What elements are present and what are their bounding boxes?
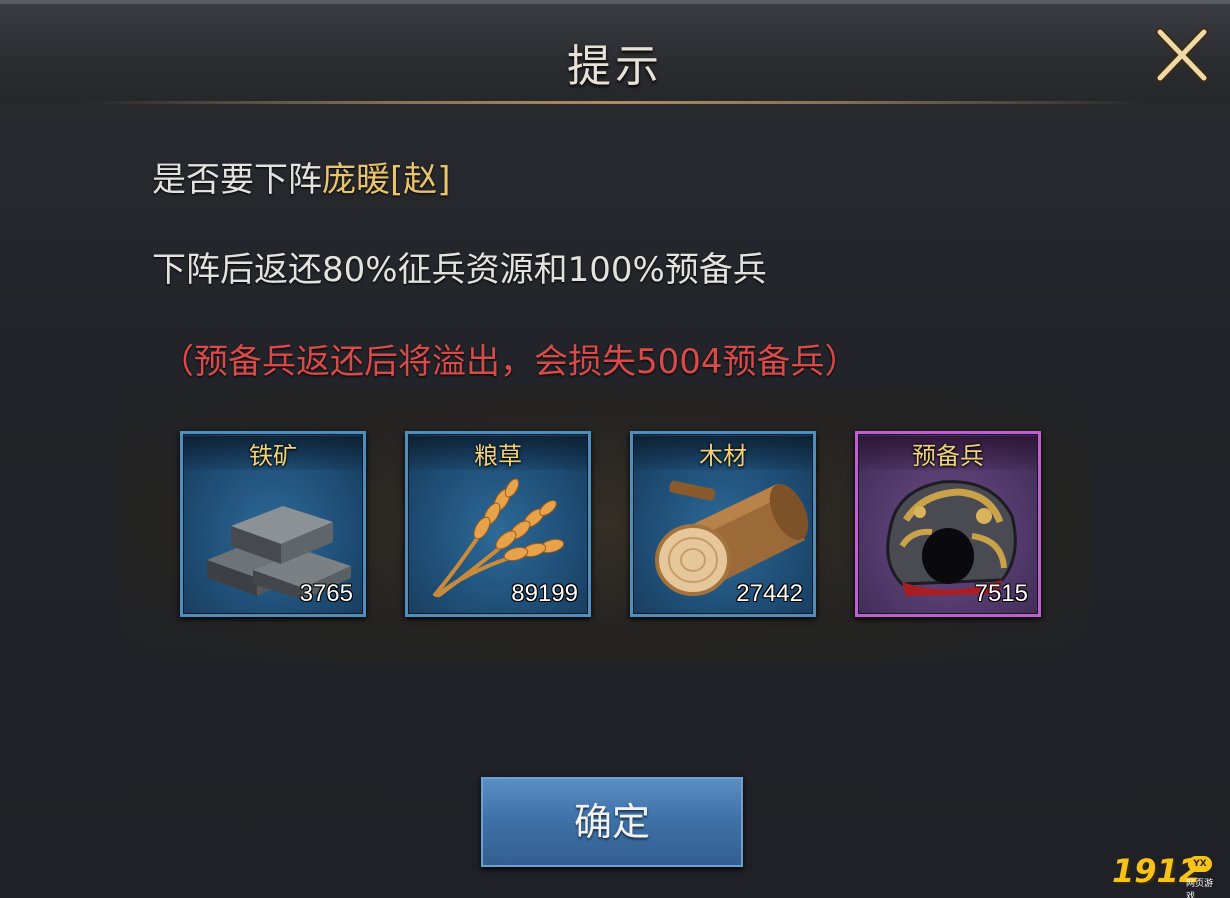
wheat-icon [432,478,565,598]
prompt-dialog: 提示 是否要下阵庞暖[赵] 下阵后返还80%征兵资源和100%预备兵 （预备兵返… [0,0,1230,898]
item-name: 木材 [633,436,813,470]
site-watermark: 1912 YX 网页游戏 [1112,852,1220,898]
question-prefix: 是否要下阵 [152,160,322,200]
confirm-button[interactable]: 确定 [481,777,743,867]
close-icon [1155,27,1209,83]
resource-item-wood[interactable]: 木材 27442 [630,431,816,617]
general-name: 庞暖[赵] [322,160,451,200]
resource-item-reserve[interactable]: 预备兵 7515 [855,431,1041,617]
watermark-subtitle: 网页游戏 [1186,879,1214,898]
item-count: 27442 [736,580,803,607]
armor-helmet-icon [886,480,1017,596]
item-name: 预备兵 [858,436,1038,470]
dialog-title: 提示 [567,41,663,92]
item-name: 铁矿 [183,436,363,470]
item-count: 89199 [511,580,578,607]
overflow-warning: （预备兵返还后将溢出，会损失5004预备兵） [160,342,859,382]
item-count: 7515 [974,580,1028,607]
resource-item-iron[interactable]: 铁矿 3765 [180,431,366,617]
item-count: 3765 [299,580,353,607]
iron-ingot-icon [207,506,351,600]
resource-item-grain[interactable]: 粮草 89199 [405,431,591,617]
title-bar: 提示 [0,0,1230,104]
item-name: 粮草 [408,436,588,470]
dismiss-question: 是否要下阵庞暖[赵] [152,152,451,201]
close-button[interactable] [1146,20,1218,92]
log-icon [655,480,809,596]
watermark-badge: YX [1188,856,1212,872]
return-info: 下阵后返还80%征兵资源和100%预备兵 [152,250,767,290]
